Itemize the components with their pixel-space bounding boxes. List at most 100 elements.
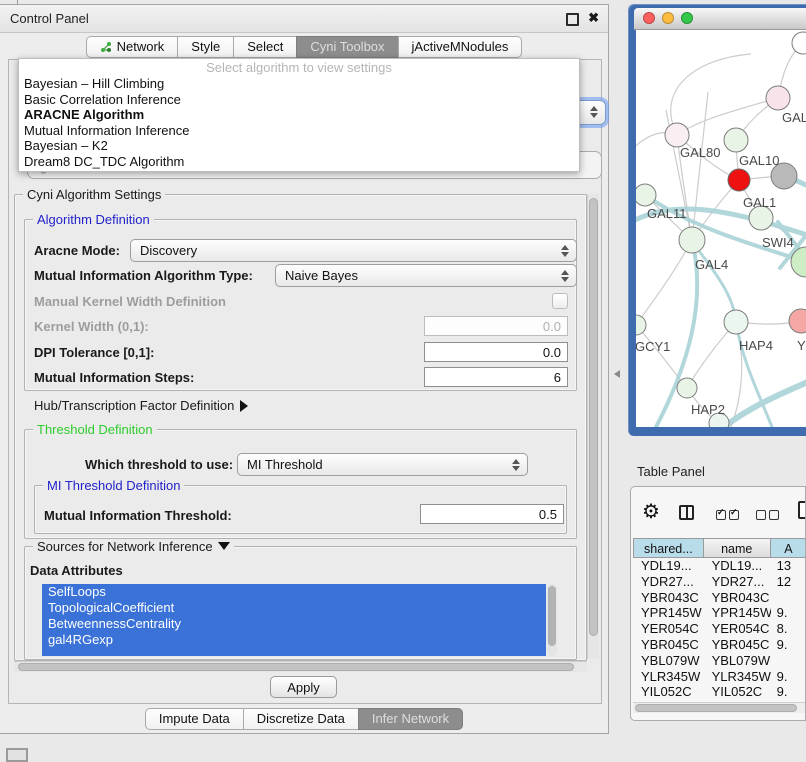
combo-arrows-icon (590, 105, 598, 119)
bottom-left-minimized-icon[interactable] (6, 748, 28, 762)
window-minimize-icon[interactable] (662, 12, 674, 24)
tab-discretize-data[interactable]: Discretize Data (243, 708, 359, 730)
table-row[interactable]: YBR043C YBR043C (633, 590, 806, 606)
export-table-icon[interactable] (798, 501, 806, 519)
data-attribute-item[interactable]: SelfLoops (42, 584, 546, 600)
algorithm-dropdown-item[interactable]: Bayesian – K2 (19, 138, 579, 154)
column-header-cut[interactable]: A (771, 538, 806, 558)
node-unlabeled-top[interactable] (792, 32, 806, 54)
panel-splitter-handle[interactable] (613, 367, 622, 381)
sources-group-title[interactable]: Sources for Network Inference (33, 539, 234, 554)
tab-cyni-toolbox[interactable]: Cyni Toolbox (296, 36, 398, 58)
settings-vertical-scrollbar[interactable] (587, 194, 599, 659)
window-zoom-icon[interactable] (681, 12, 693, 24)
manual-kernel-checkbox[interactable] (552, 293, 568, 309)
tab-impute-data[interactable]: Impute Data (145, 708, 244, 730)
data-attributes-list[interactable]: SelfLoopsTopologicalCoefficientBetweenne… (42, 584, 546, 656)
table-row[interactable]: YPR145W YPR145W 9. (633, 605, 806, 621)
close-panel-icon[interactable]: ✖ (588, 10, 599, 26)
node-label-hap2: HAP2 (691, 402, 725, 417)
which-threshold-combo[interactable]: MI Threshold (237, 453, 528, 476)
tab-select[interactable]: Select (233, 36, 297, 58)
mi-threshold-field[interactable]: 0.5 (420, 504, 564, 524)
table-horizontal-thumb[interactable] (635, 704, 797, 712)
column-header-name[interactable]: name (704, 538, 771, 558)
column-header-shared-name[interactable]: shared... (633, 538, 704, 558)
settings-horizontal-scrollbar[interactable] (14, 661, 587, 672)
gear-icon[interactable]: ⚙ (642, 499, 660, 524)
aracne-mode-combo[interactable]: Discovery (130, 239, 577, 262)
data-attribute-item[interactable]: gal4RGexp (42, 632, 546, 648)
settings-horizontal-thumb[interactable] (18, 663, 574, 671)
network-window-titlebar[interactable] (634, 8, 806, 30)
node-hap4[interactable] (724, 310, 748, 334)
window-close-icon[interactable] (643, 12, 655, 24)
node-label-gal10: GAL10 (739, 153, 779, 168)
algorithm-dropdown-item[interactable]: Bayesian – Hill Climbing (19, 76, 579, 92)
table-row[interactable]: YDR27... YDR27... 12 (633, 574, 806, 590)
network-graph: GAL80 GAL10 GAL1 GAL11 SWI4 GAL4 GCY1 HA… (636, 30, 806, 427)
table-row[interactable]: YLR345W YLR345W 9. (633, 669, 806, 685)
column-selector-icon[interactable] (679, 505, 694, 520)
mi-steps-field[interactable]: 6 (424, 367, 568, 387)
node-red-selected[interactable] (728, 169, 750, 191)
algorithm-dropdown-item[interactable]: ARACNE Algorithm (19, 107, 579, 123)
node-gal80[interactable] (665, 123, 689, 147)
control-panel: Control Panel ✖ Network Style Select Cyn… (0, 4, 609, 734)
mi-type-label: Mutual Information Algorithm Type: (34, 268, 253, 283)
node-y-right[interactable] (789, 309, 806, 333)
settings-vertical-thumb[interactable] (589, 198, 598, 636)
node-hap2[interactable] (677, 378, 697, 398)
kernel-width-field[interactable]: 0.0 (424, 316, 568, 336)
checked-box-icon (729, 510, 739, 520)
node-gal-top-right[interactable] (766, 86, 790, 110)
cyni-algorithm-settings-title: Cyni Algorithm Settings (23, 187, 165, 202)
attributes-scrollbar-thumb[interactable] (548, 586, 556, 646)
table-body[interactable]: YDL19... YDL19... 13 YDR27... YDR27... 1… (633, 558, 806, 700)
cyni-toolbox-panel: gal-filtered.sif default node Select alg… (8, 59, 602, 704)
algorithm-dropdown-list: Select algorithm to view settings Bayesi… (18, 58, 580, 172)
apply-button[interactable]: Apply (270, 676, 337, 698)
network-icon (100, 41, 112, 53)
control-panel-title: Control Panel (10, 11, 89, 26)
algorithm-dropdown-item[interactable]: Basic Correlation Inference (19, 92, 579, 108)
node-gal10[interactable] (724, 128, 748, 152)
unchecked-box-icon (756, 510, 766, 520)
kernel-width-label: Kernel Width (0,1): (34, 319, 149, 334)
table-row[interactable]: YBR045C YBR045C 9. (633, 637, 806, 653)
node-gal4[interactable] (679, 227, 705, 253)
tab-infer-network[interactable]: Infer Network (358, 708, 463, 730)
network-canvas[interactable]: GAL80 GAL10 GAL1 GAL11 SWI4 GAL4 GCY1 HA… (636, 30, 806, 427)
tab-network-label: Network (117, 36, 165, 58)
tab-jactivemnodules[interactable]: jActiveMNodules (398, 36, 523, 58)
deselect-all-icon[interactable] (756, 510, 779, 520)
data-attribute-item[interactable]: BetweennessCentrality (42, 616, 546, 632)
algorithm-dropdown-item[interactable]: Dream8 DC_TDC Algorithm (19, 154, 579, 170)
table-row[interactable]: YIL052C YIL052C 9. (633, 684, 806, 700)
tab-network[interactable]: Network (86, 36, 179, 58)
mi-type-combo[interactable]: Naive Bayes (275, 264, 577, 287)
table-row[interactable]: YBL079W YBL079W (633, 653, 806, 669)
table-row[interactable]: YDL19... YDL19... 13 (633, 558, 806, 574)
float-panel-icon[interactable] (566, 13, 579, 26)
aracne-mode-label: Aracne Mode: (34, 243, 120, 258)
node-gcy1[interactable] (636, 315, 646, 335)
select-all-icon[interactable] (716, 510, 739, 520)
control-panel-tab-bar: Network Style Select Cyni Toolbox jActiv… (0, 36, 608, 58)
hub-definition-toggle[interactable]: Hub/Transcription Factor Definition (34, 398, 248, 413)
collapse-down-icon (218, 542, 230, 550)
node-label-y-cut: Y (797, 338, 806, 353)
table-row[interactable]: YER054C YER054C 8. (633, 621, 806, 637)
threshold-definition-title: Threshold Definition (33, 422, 157, 437)
attributes-scrollbar[interactable] (547, 584, 557, 656)
tab-style[interactable]: Style (177, 36, 234, 58)
table-horizontal-scrollbar[interactable] (633, 702, 805, 713)
algorithm-dropdown-item[interactable]: Mutual Information Inference (19, 123, 579, 139)
data-attribute-item[interactable]: TopologicalCoefficient (42, 600, 546, 616)
node-label-gal11: GAL11 (647, 206, 687, 221)
dpi-tolerance-field[interactable]: 0.0 (424, 342, 568, 362)
checked-box-icon (716, 510, 726, 520)
node-gal11[interactable] (636, 184, 656, 206)
node-table: shared... name A YDL19... YDL19... 13 YD… (633, 538, 806, 700)
combo-arrows-icon (561, 244, 569, 258)
